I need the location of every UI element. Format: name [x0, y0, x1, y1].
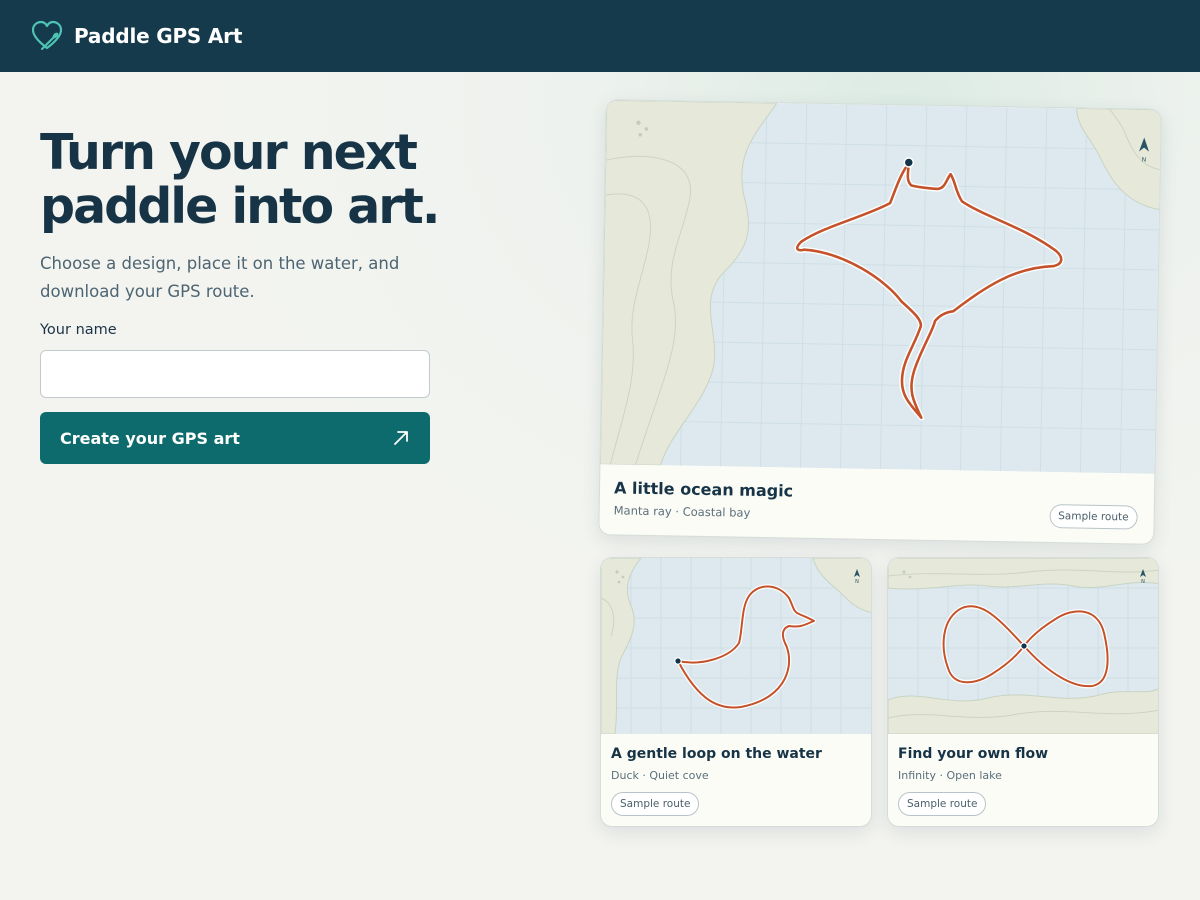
route-start-marker	[674, 657, 682, 665]
route-start-marker	[1020, 642, 1028, 650]
svg-text:N: N	[1142, 157, 1147, 164]
brand-name[interactable]: Paddle GPS Art	[74, 24, 242, 48]
create-gps-art-label: Create your GPS art	[60, 428, 240, 448]
arrow-up-right-icon	[394, 431, 408, 445]
design-card-infinity[interactable]: N Find your own flow Infinity · Open lak…	[887, 557, 1159, 827]
svg-text:N: N	[1141, 579, 1145, 585]
design-card-duck[interactable]: N A gentle loop on the water Duck · Quie…	[600, 557, 872, 827]
design-card-manta[interactable]: N A little ocean magic Manta ray · Coast…	[598, 99, 1162, 545]
infinity-map: N	[888, 558, 1158, 734]
top-bar: Paddle GPS Art	[0, 0, 1200, 72]
sample-route-badge: Sample route	[898, 792, 987, 816]
card-meta: Duck · Quiet cove	[611, 769, 709, 782]
card-meta: Infinity · Open lake	[898, 769, 1002, 782]
card-title: A gentle loop on the water	[611, 746, 822, 762]
sample-route-badge: Sample route	[1048, 503, 1138, 530]
sample-route-badge: Sample route	[611, 792, 700, 816]
hero-subtitle: Choose a design, place it on the water, …	[40, 254, 400, 301]
duck-map: N	[601, 558, 871, 734]
name-label: Your name	[40, 322, 117, 338]
create-gps-art-button[interactable]: Create your GPS art	[40, 412, 430, 464]
name-input[interactable]	[40, 350, 430, 398]
route-start-marker	[903, 157, 915, 168]
card-title: Find your own flow	[898, 746, 1049, 762]
svg-text:N: N	[855, 579, 859, 585]
heart-paddle-icon	[31, 20, 63, 50]
hero-title: Turn your next paddle into art.	[40, 126, 520, 234]
hero-title-line: paddle into art.	[40, 178, 440, 235]
manta-map: N	[600, 100, 1162, 474]
hero-title-line: Turn your next	[40, 124, 418, 181]
card-meta: Manta ray · Coastal bay	[613, 503, 751, 520]
card-title: A little ocean magic	[613, 478, 794, 501]
